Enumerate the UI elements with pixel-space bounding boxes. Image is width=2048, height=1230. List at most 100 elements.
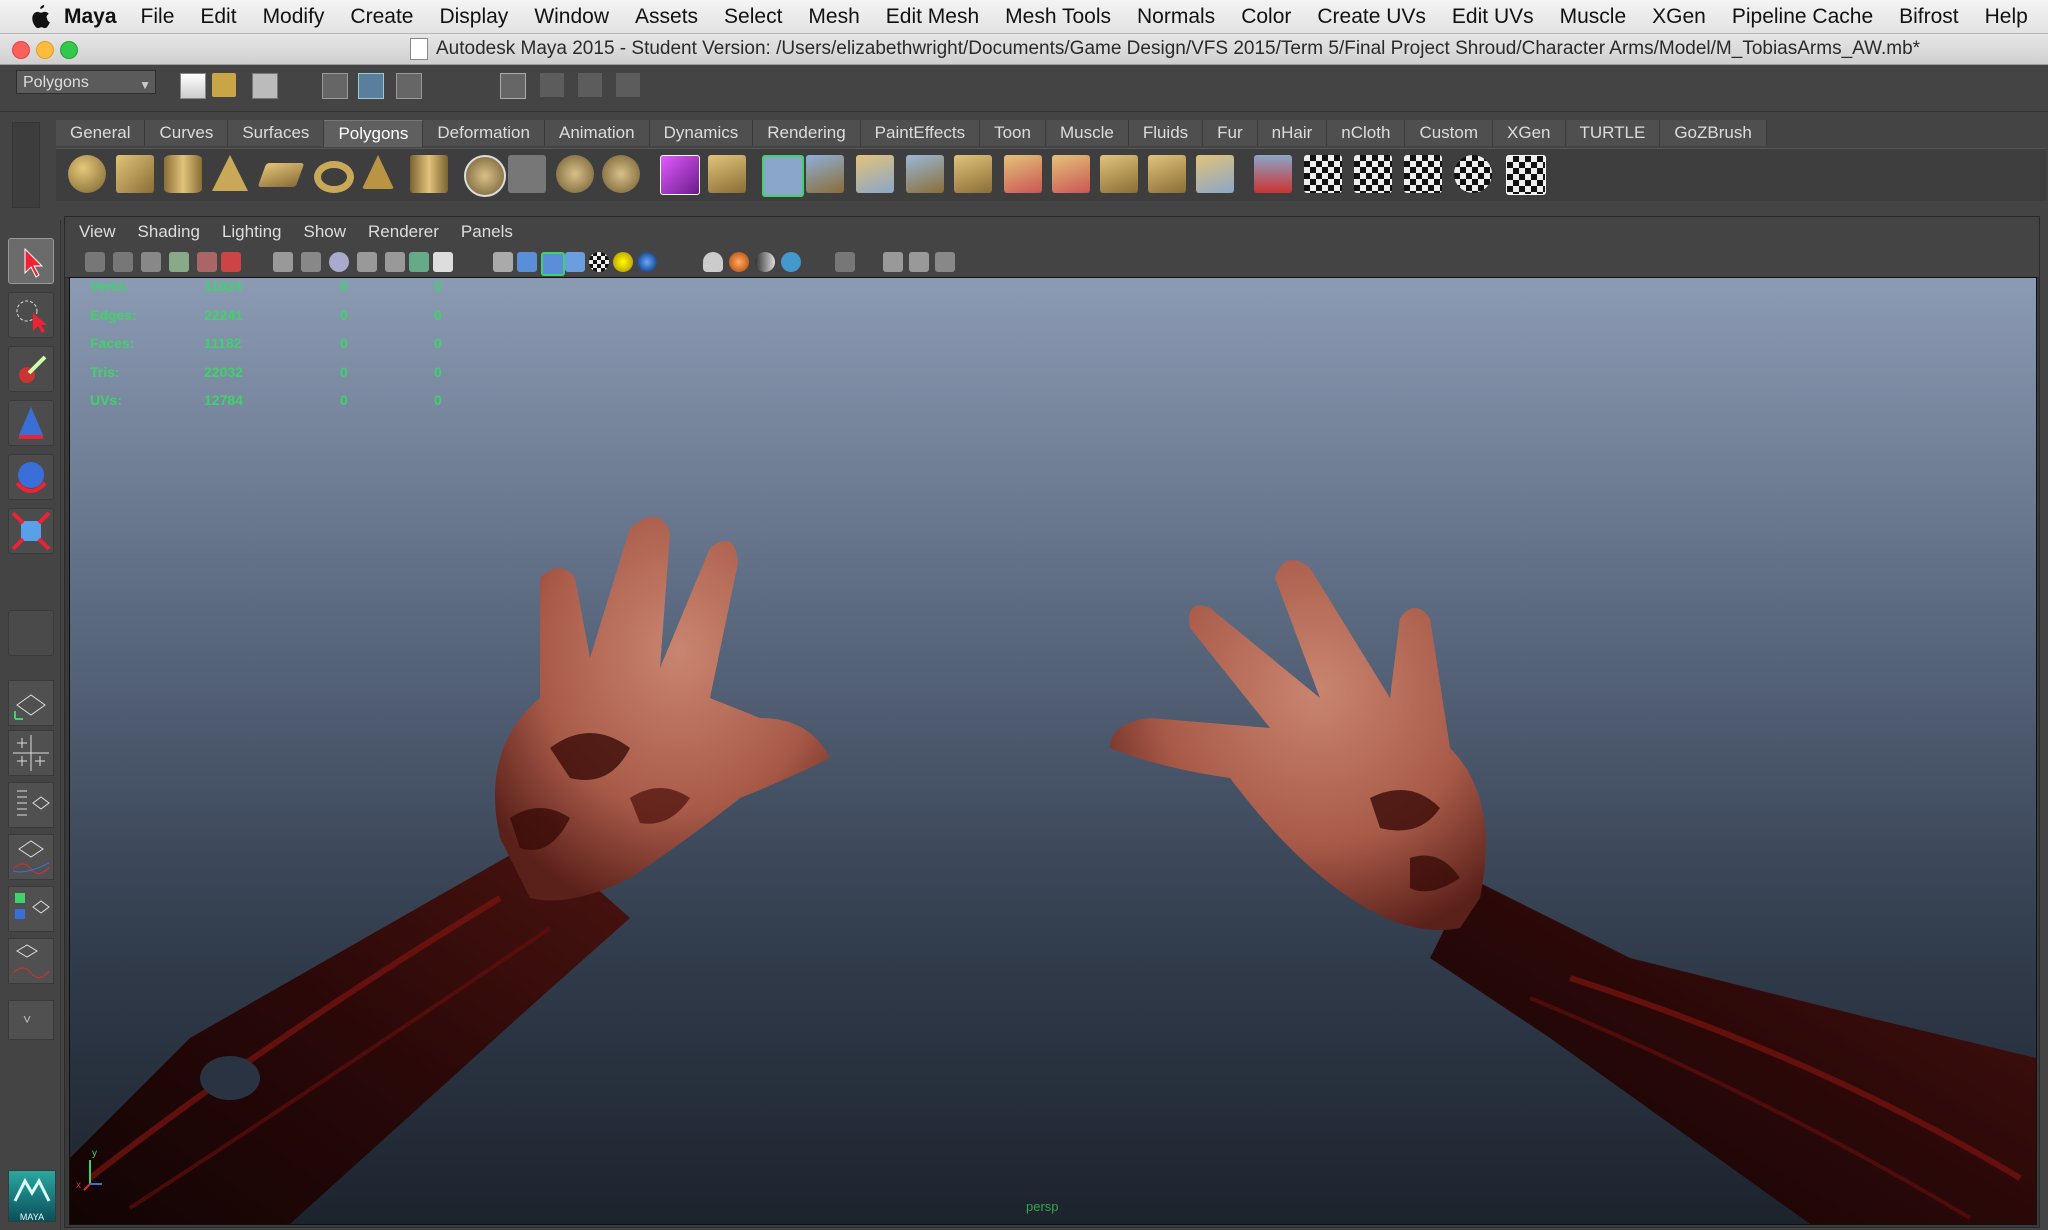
shelf-tab-nhair[interactable]: nHair (1257, 120, 1328, 146)
screen-space-ao-icon[interactable] (703, 252, 723, 272)
shelf-menu-grip[interactable] (12, 122, 40, 208)
poly-sphere-icon[interactable] (68, 155, 106, 193)
use-all-lights-icon[interactable] (589, 252, 609, 272)
safe-action-icon[interactable] (409, 252, 429, 272)
menu-edit[interactable]: Edit (200, 5, 236, 29)
perspective-viewport[interactable]: Verts: 11024 0 0 Edges: 22241 0 0 Faces:… (69, 277, 2037, 1225)
x-ray-icon[interactable] (883, 252, 903, 272)
default-light-icon[interactable] (613, 252, 633, 272)
resolution-gate-icon[interactable] (329, 252, 349, 272)
checker-map-icon[interactable] (1506, 155, 1546, 195)
planar-mapping-icon[interactable] (1196, 155, 1234, 193)
layout-uv-icon[interactable] (1404, 155, 1442, 193)
panel-menu-lighting[interactable]: Lighting (222, 222, 282, 242)
depth-of-field-icon[interactable] (781, 252, 801, 272)
render-settings-icon[interactable] (616, 73, 640, 97)
shelf-tab-curves[interactable]: Curves (145, 120, 229, 146)
menu-help[interactable]: Help (1985, 5, 2028, 29)
shelf-tab-toon[interactable]: Toon (980, 120, 1046, 146)
poly-cube-icon[interactable] (116, 155, 154, 193)
shelf-tab-surfaces[interactable]: Surfaces (228, 120, 325, 146)
image-plane-icon[interactable] (169, 252, 189, 272)
menu-edit-mesh[interactable]: Edit Mesh (886, 5, 979, 29)
unfold-uv-icon[interactable] (1354, 155, 1392, 193)
shelf-tab-deformation[interactable]: Deformation (423, 120, 545, 146)
history-icon[interactable] (500, 73, 526, 99)
shelf-tab-rendering[interactable]: Rendering (753, 120, 861, 146)
ipr-render-icon[interactable] (578, 73, 602, 97)
single-perspective-layout-icon[interactable] (8, 680, 54, 726)
menu-pipeline-cache[interactable]: Pipeline Cache (1732, 5, 1873, 29)
menu-mesh[interactable]: Mesh (808, 5, 859, 29)
shelf-tab-gozbrush[interactable]: GoZBrush (1660, 120, 1767, 146)
app-name[interactable]: Maya (64, 5, 117, 29)
merge-icon[interactable] (1148, 155, 1186, 193)
new-scene-icon[interactable] (180, 73, 206, 99)
lasso-tool-icon[interactable] (8, 292, 54, 338)
append-polygon-icon[interactable] (954, 155, 992, 193)
shelf-tab-muscle[interactable]: Muscle (1045, 120, 1129, 146)
poly-plane-icon[interactable] (257, 163, 305, 187)
poly-cone-icon[interactable] (212, 155, 248, 191)
panel-menu-show[interactable]: Show (304, 222, 347, 242)
shelf-tab-turtle[interactable]: TURTLE (1565, 120, 1661, 146)
smooth-shade-icon[interactable] (517, 252, 537, 272)
grease-pencil-icon[interactable] (221, 252, 241, 272)
combine-icon[interactable] (508, 155, 546, 193)
automatic-mapping-icon[interactable] (1304, 155, 1342, 193)
panel-menu-renderer[interactable]: Renderer (368, 222, 439, 242)
last-tool-used-icon[interactable] (8, 610, 54, 656)
save-scene-icon[interactable] (252, 73, 278, 99)
smooth-icon[interactable] (708, 155, 746, 193)
bridge-icon[interactable] (856, 155, 894, 193)
minimize-window-button[interactable] (36, 41, 54, 59)
shelf-tab-polygons[interactable]: Polygons (324, 120, 424, 147)
hypershade-persp-layout-icon[interactable] (8, 886, 54, 932)
shelf-tab-painteffects[interactable]: PaintEffects (860, 120, 981, 146)
panel-menu-view[interactable]: View (79, 222, 116, 242)
film-gate-icon[interactable] (301, 252, 321, 272)
motion-blur-icon[interactable] (729, 252, 749, 272)
multisample-aa-icon[interactable] (755, 252, 775, 272)
menu-edit-uvs[interactable]: Edit UVs (1452, 5, 1534, 29)
poly-cylinder-icon[interactable] (164, 155, 202, 193)
shelf-tab-ncloth[interactable]: nCloth (1327, 120, 1406, 146)
insert-edge-loop-icon[interactable] (1052, 155, 1090, 193)
grid-icon[interactable] (273, 252, 293, 272)
menu-window[interactable]: Window (534, 5, 609, 29)
menu-file[interactable]: File (141, 5, 175, 29)
poly-platonic-icon[interactable] (464, 155, 506, 197)
panel-menu-panels[interactable]: Panels (461, 222, 513, 242)
menu-mesh-tools[interactable]: Mesh Tools (1005, 5, 1111, 29)
shelf-tab-dynamics[interactable]: Dynamics (649, 120, 754, 146)
shadows-icon[interactable] (637, 252, 657, 272)
menu-normals[interactable]: Normals (1137, 5, 1215, 29)
menu-xgen[interactable]: XGen (1652, 5, 1706, 29)
x-ray-active-components-icon[interactable] (935, 252, 955, 272)
select-tool-icon[interactable] (8, 238, 54, 284)
apple-icon[interactable] (30, 4, 50, 30)
shelf-tab-xgen[interactable]: XGen (1493, 120, 1566, 146)
smooth-proxy-icon[interactable] (660, 155, 700, 195)
field-chart-icon[interactable] (385, 252, 405, 272)
wireframe-icon[interactable] (493, 252, 513, 272)
shelf-tab-fur[interactable]: Fur (1203, 120, 1258, 146)
shelf-tab-animation[interactable]: Animation (544, 120, 650, 146)
zoom-window-button[interactable] (60, 41, 78, 59)
extrude-icon[interactable] (806, 155, 844, 193)
select-by-hierarchy-icon[interactable] (322, 73, 348, 99)
menu-muscle[interactable]: Muscle (1560, 5, 1627, 29)
layout-more-button[interactable]: ˅ (8, 1000, 54, 1040)
close-window-button[interactable] (12, 41, 30, 59)
camera-attributes-icon[interactable] (113, 252, 133, 272)
shelf-tab-custom[interactable]: Custom (1405, 120, 1494, 146)
poly-pipe-icon[interactable] (410, 155, 448, 193)
open-scene-icon[interactable] (212, 73, 236, 97)
select-by-component-icon[interactable] (396, 73, 422, 99)
rotate-tool-icon[interactable] (8, 454, 54, 500)
mirror-geometry-icon[interactable] (762, 155, 804, 197)
menu-color[interactable]: Color (1241, 5, 1291, 29)
menu-bifrost[interactable]: Bifrost (1899, 5, 1959, 29)
move-tool-icon[interactable] (8, 400, 54, 446)
select-camera-icon[interactable] (85, 252, 105, 272)
